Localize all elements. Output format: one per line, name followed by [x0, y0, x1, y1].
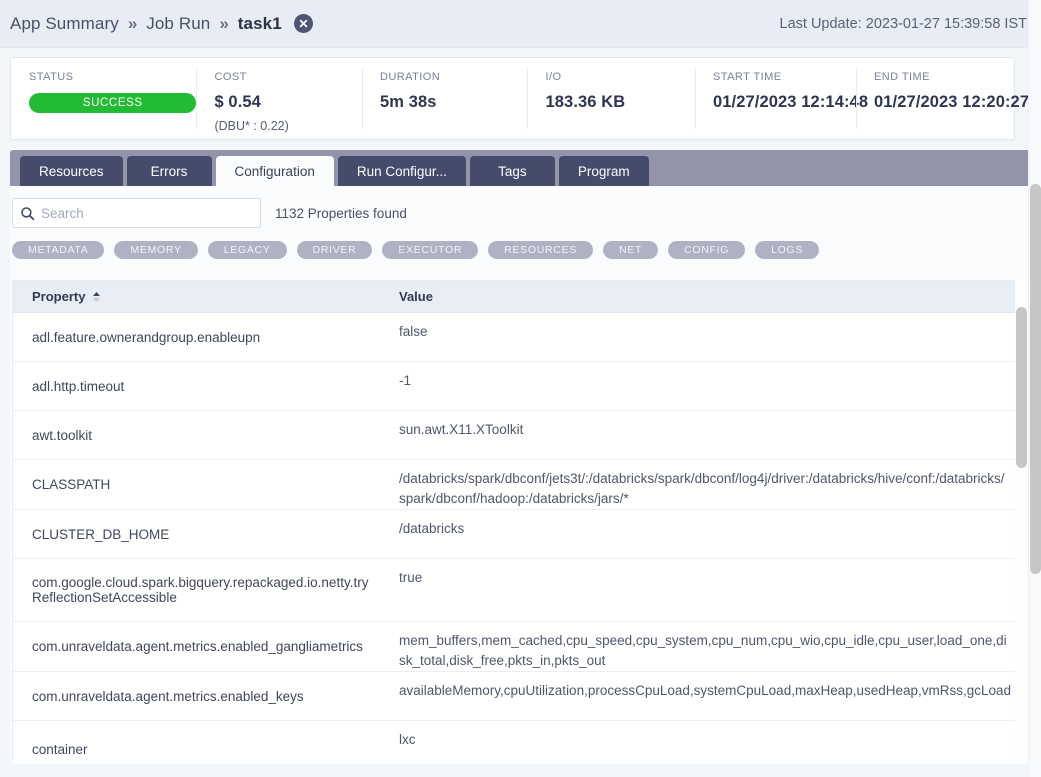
column-header-property-label: Property [32, 289, 85, 304]
breadcrumb-item-app-summary[interactable]: App Summary [10, 14, 119, 34]
filter-chip-resources[interactable]: RESOURCES [488, 241, 593, 259]
cell-property: CLASSPATH [13, 460, 391, 509]
cell-value: availableMemory,cpuUtilization,processCp… [391, 672, 1017, 720]
summary-value-start-time: 01/27/2023 12:14:48 [713, 93, 856, 112]
cell-property: com.unraveldata.agent.metrics.enabled_ke… [13, 672, 391, 720]
filter-chip-logs[interactable]: LOGS [755, 241, 819, 259]
cell-value: sun.awt.X11.XToolkit [391, 411, 1017, 459]
filter-chip-metadata[interactable]: METADATA [12, 241, 104, 259]
summary-cell-cost: COST $ 0.54 (DBU* : 0.22) [196, 58, 362, 139]
breadcrumb-bar: App Summary » Job Run » task1 Last Updat… [0, 0, 1041, 48]
table-row[interactable]: com.google.cloud.spark.bigquery.repackag… [13, 559, 1017, 622]
close-circle-icon[interactable] [294, 14, 313, 33]
table-row[interactable]: CLASSPATH /databricks/spark/dbconf/jets3… [13, 460, 1017, 510]
summary-label-end-time: END TIME [874, 71, 1014, 83]
breadcrumb-separator-1: » [128, 14, 137, 34]
summary-subvalue-dbu: (DBU* : 0.22) [214, 119, 362, 133]
search-box[interactable] [12, 198, 261, 228]
table-row[interactable]: com.unraveldata.agent.metrics.enabled_ga… [13, 622, 1017, 672]
cell-value: lxc [391, 721, 1017, 760]
cell-property: com.unraveldata.agent.metrics.enabled_ga… [13, 622, 391, 671]
column-header-value[interactable]: Value [391, 289, 1017, 304]
cell-property: adl.http.timeout [13, 362, 391, 410]
summary-cell-duration: DURATION 5m 38s [362, 58, 528, 139]
summary-label-start-time: START TIME [713, 71, 856, 83]
properties-found-count: 1132 Properties found [275, 206, 407, 221]
filter-chip-row: METADATA MEMORY LEGACY DRIVER EXECUTOR R… [12, 241, 819, 259]
sort-asc-icon[interactable] [92, 291, 101, 303]
tab-tags[interactable]: Tags [470, 156, 555, 186]
filter-chip-memory[interactable]: MEMORY [114, 241, 197, 259]
table-body: adl.feature.ownerandgroup.enableupn fals… [13, 313, 1017, 760]
summary-label-duration: DURATION [380, 71, 528, 83]
cell-value: false [391, 313, 1017, 361]
breadcrumb: App Summary » Job Run » task1 [10, 14, 780, 34]
cell-property: adl.feature.ownerandgroup.enableupn [13, 313, 391, 361]
table-header-row: Property Value [13, 281, 1017, 313]
cell-value: -1 [391, 362, 1017, 410]
table-scrollbar-thumb[interactable] [1016, 307, 1027, 468]
summary-cell-io: I/O 183.36 KB [527, 58, 695, 139]
summary-value-duration: 5m 38s [380, 93, 528, 112]
breadcrumb-item-task1: task1 [238, 14, 282, 34]
configuration-toolbar: 1132 Properties found [10, 198, 1032, 228]
column-header-property[interactable]: Property [13, 289, 391, 304]
filter-chip-config[interactable]: CONFIG [668, 241, 745, 259]
summary-value-io: 183.36 KB [545, 93, 695, 112]
summary-cell-start-time: START TIME 01/27/2023 12:14:48 [695, 58, 856, 139]
summary-value-cost: $ 0.54 [214, 93, 362, 112]
table-row[interactable]: container lxc [13, 721, 1017, 760]
table-vertical-scrollbar[interactable] [1015, 280, 1028, 760]
table-row[interactable]: awt.toolkit sun.awt.X11.XToolkit [13, 411, 1017, 460]
summary-cell-end-time: END TIME 01/27/2023 12:20:27 [856, 58, 1014, 139]
breadcrumb-item-job-run[interactable]: Job Run [146, 14, 210, 34]
properties-table: Property Value adl.feature.ownerandgroup… [12, 280, 1018, 760]
cell-value: /databricks/spark/dbconf/jets3t/:/databr… [391, 460, 1017, 509]
tab-errors[interactable]: Errors [127, 156, 212, 186]
filter-chip-net[interactable]: NET [603, 241, 658, 259]
filter-chip-legacy[interactable]: LEGACY [208, 241, 287, 259]
tab-program[interactable]: Program [559, 156, 649, 186]
tab-run-configuration[interactable]: Run Configur... [338, 156, 466, 186]
page-scrollbar-thumb[interactable] [1030, 184, 1041, 574]
search-input[interactable] [41, 199, 260, 227]
cell-property: com.google.cloud.spark.bigquery.repackag… [13, 559, 391, 621]
cell-property: awt.toolkit [13, 411, 391, 459]
summary-cell-status: STATUS SUCCESS [11, 58, 196, 139]
table-row[interactable]: com.unraveldata.agent.metrics.enabled_ke… [13, 672, 1017, 721]
status-badge: SUCCESS [29, 93, 196, 113]
table-row[interactable]: adl.feature.ownerandgroup.enableupn fals… [13, 313, 1017, 362]
cell-property: container [13, 721, 391, 760]
cell-value: mem_buffers,mem_cached,cpu_speed,cpu_sys… [391, 622, 1017, 671]
filter-chip-driver[interactable]: DRIVER [297, 241, 373, 259]
breadcrumb-separator-2: » [219, 14, 228, 34]
table-row[interactable]: adl.http.timeout -1 [13, 362, 1017, 411]
filter-chip-executor[interactable]: EXECUTOR [382, 241, 478, 259]
run-summary-strip: STATUS SUCCESS COST $ 0.54 (DBU* : 0.22)… [10, 57, 1015, 140]
table-row[interactable]: CLUSTER_DB_HOME /databricks [13, 510, 1017, 559]
tab-configuration[interactable]: Configuration [216, 156, 334, 186]
cell-property: CLUSTER_DB_HOME [13, 510, 391, 558]
summary-label-cost: COST [214, 71, 362, 83]
configuration-panel: 1132 Properties found METADATA MEMORY LE… [10, 186, 1032, 764]
column-header-value-label: Value [399, 289, 433, 304]
page-vertical-scrollbar[interactable] [1028, 0, 1041, 777]
panel-footer-gap [10, 764, 1032, 777]
summary-value-end-time: 01/27/2023 12:20:27 [874, 93, 1014, 112]
cell-value: /databricks [391, 510, 1017, 558]
search-icon [13, 206, 41, 221]
job-run-configuration-page: App Summary » Job Run » task1 Last Updat… [0, 0, 1041, 777]
summary-label-status: STATUS [29, 71, 196, 83]
tab-strip: Resources Errors Configuration Run Confi… [10, 150, 1032, 186]
summary-label-io: I/O [545, 71, 695, 83]
tab-resources[interactable]: Resources [20, 156, 123, 186]
cell-value: true [391, 559, 1017, 621]
last-update-label: Last Update: 2023-01-27 15:39:58 IST [780, 16, 1027, 32]
